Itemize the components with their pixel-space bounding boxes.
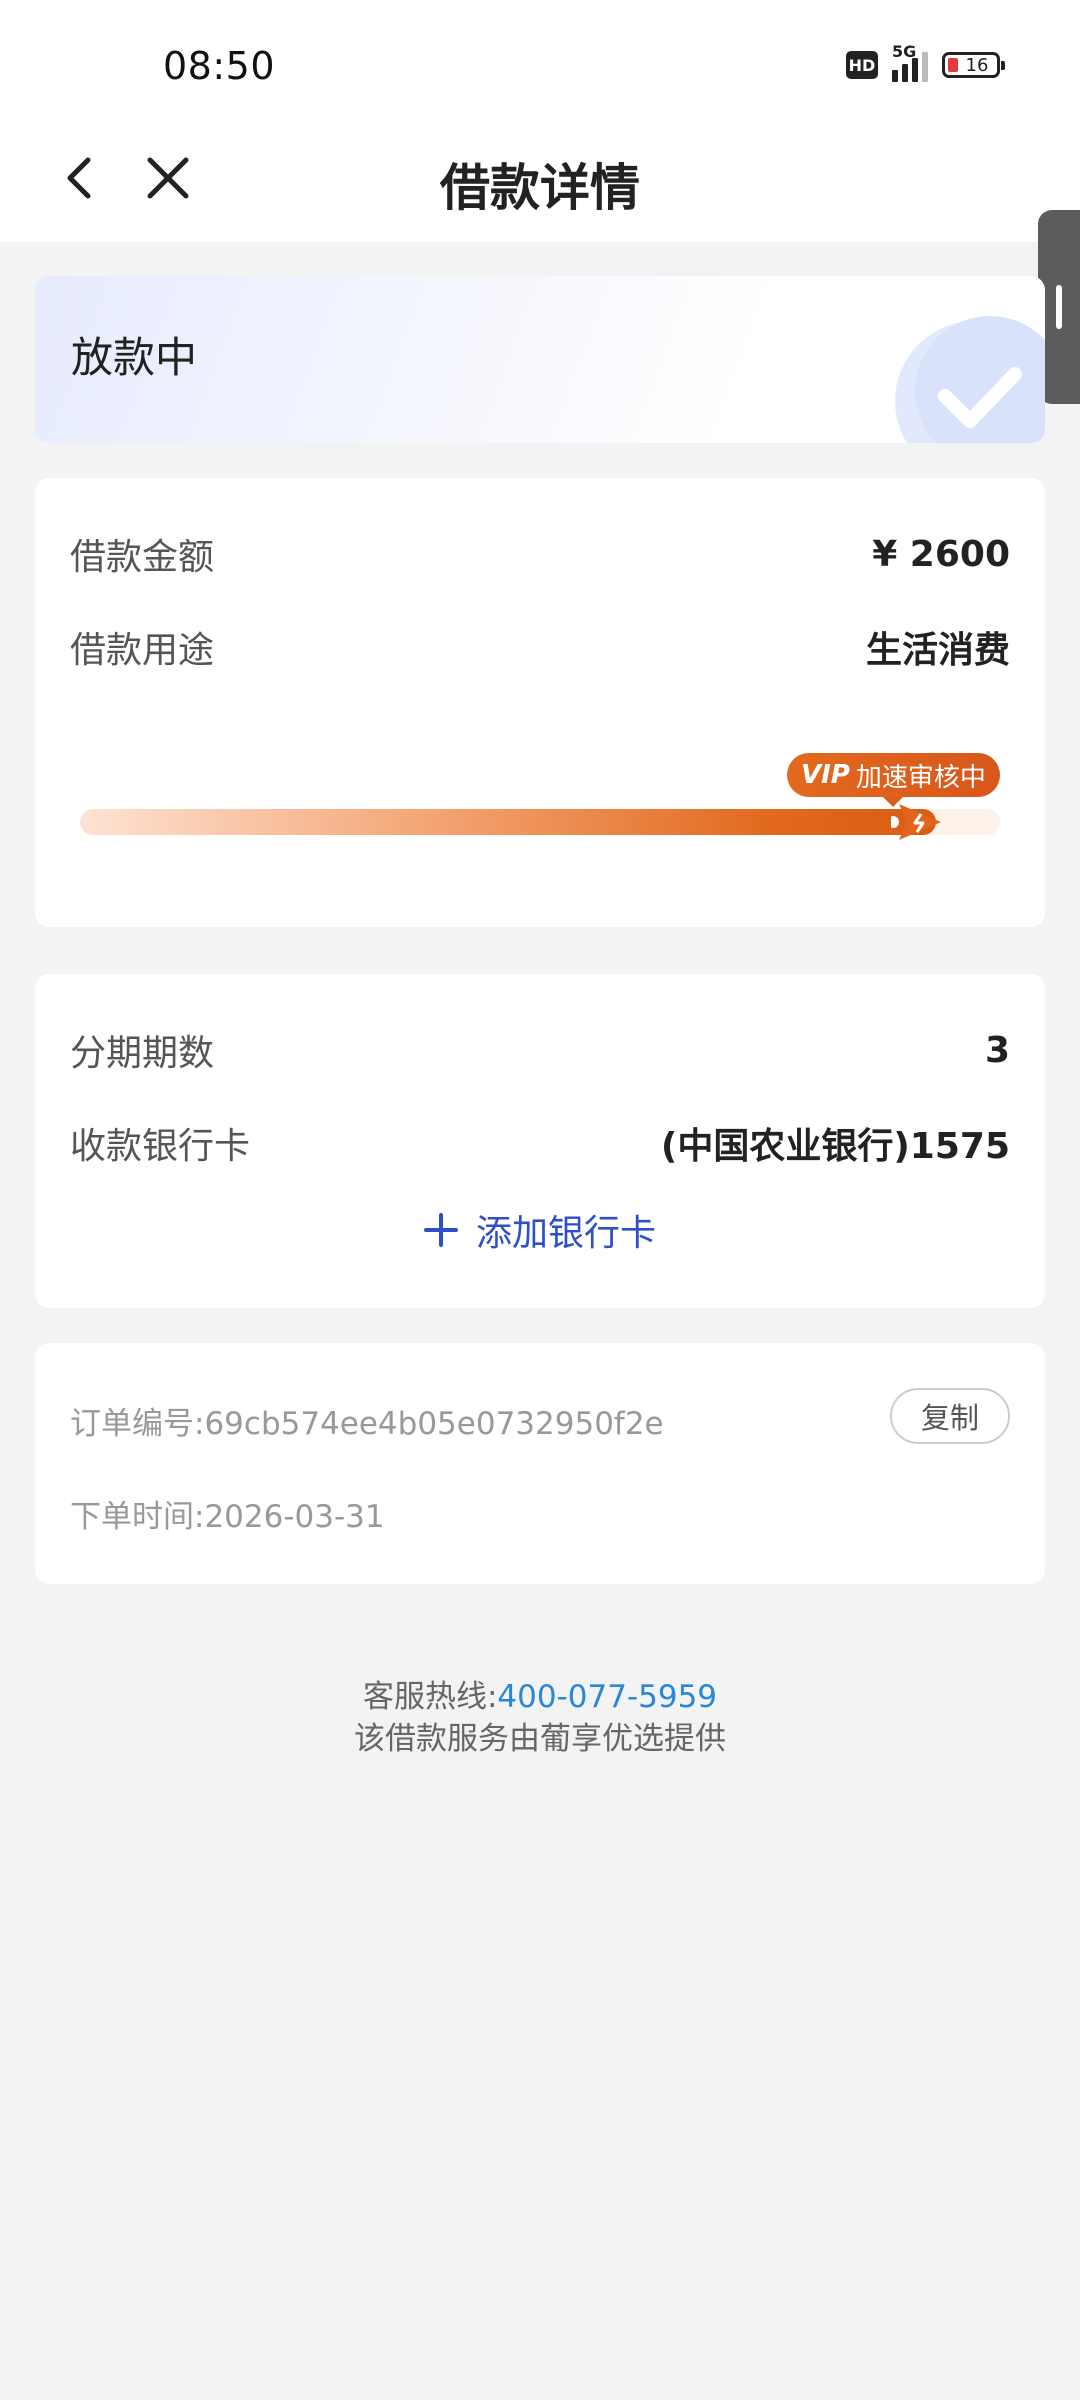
installments-row: 分期期数 3	[70, 1024, 1010, 1076]
loan-amount-row: 借款金额 ¥ 2600	[70, 528, 1010, 580]
installment-card: 分期期数 3 收款银行卡 (中国农业银行)1575 添加银行卡	[35, 974, 1045, 1308]
bank-card-row[interactable]: 收款银行卡 (中国农业银行)1575	[70, 1117, 1010, 1169]
bank-card-value: (中国农业银行)1575	[660, 1126, 1010, 1167]
vip-review-badge: VIP 加速审核中	[787, 753, 1000, 807]
grip-icon	[1056, 285, 1062, 329]
order-number-label: 订单编号:	[70, 1406, 205, 1442]
loan-status-card: 放款中	[35, 276, 1045, 443]
add-bank-card-label: 添加银行卡	[475, 1213, 656, 1254]
network-type: 5G	[892, 42, 917, 61]
hd-icon: HD	[846, 51, 878, 79]
loan-status: 放款中	[71, 333, 198, 382]
copy-button[interactable]: 复制	[890, 1388, 1010, 1444]
review-progress: VIP 加速审核中	[80, 753, 1000, 873]
progress-fill	[80, 809, 936, 835]
page-title: 借款详情	[440, 159, 640, 217]
installments-value: 3	[984, 1029, 1010, 1071]
loan-amount-label: 借款金额	[70, 537, 215, 578]
loan-info-card: 借款金额 ¥ 2600 借款用途 生活消费 VIP 加速审核中	[35, 478, 1045, 927]
order-time-value: 2026-03-31	[204, 1499, 385, 1535]
order-info-card: 订单编号:69cb574ee4b05e0732950f2e 复制 下单时间:20…	[35, 1343, 1045, 1584]
status-time: 08:50	[163, 44, 276, 88]
loan-purpose-label: 借款用途	[70, 630, 215, 671]
loan-amount-value: ¥ 2600	[872, 533, 1010, 575]
order-time-label: 下单时间:	[70, 1499, 205, 1535]
hotline-number-link[interactable]: 400-077-5959	[497, 1679, 717, 1715]
order-time-row: 下单时间:2026-03-31	[70, 1491, 385, 1536]
footer: 客服热线:400-077-5959 该借款服务由葡享优选提供	[0, 1676, 1080, 1760]
provider-text: 该借款服务由葡享优选提供	[354, 1721, 726, 1757]
add-bank-card-button[interactable]: 添加银行卡	[35, 1204, 1045, 1256]
vip-tag: VIP	[801, 760, 850, 790]
status-bar: 08:50 HD 5G 16	[0, 0, 1080, 120]
installments-label: 分期期数	[70, 1033, 215, 1074]
plus-icon	[423, 1213, 458, 1247]
bank-card-label: 收款银行卡	[70, 1126, 251, 1167]
order-number-row: 订单编号:69cb574ee4b05e0732950f2e	[70, 1398, 664, 1443]
status-icons: HD 5G 16	[846, 42, 1005, 82]
check-circle-icon	[895, 316, 1045, 443]
loan-purpose-value: 生活消费	[865, 630, 1010, 671]
order-number-value: 69cb574ee4b05e0732950f2e	[204, 1406, 664, 1442]
vip-text: 加速审核中	[855, 762, 986, 793]
hotline-row: 客服热线:400-077-5959	[0, 1676, 1080, 1718]
loan-purpose-row: 借款用途 生活消费	[70, 621, 1010, 673]
signal-icon: 5G	[892, 42, 928, 82]
battery-icon: 16	[942, 52, 1005, 78]
hotline-label: 客服热线:	[362, 1679, 498, 1715]
battery-level: 16	[965, 54, 989, 76]
nav-bar: 借款详情	[0, 120, 1080, 242]
